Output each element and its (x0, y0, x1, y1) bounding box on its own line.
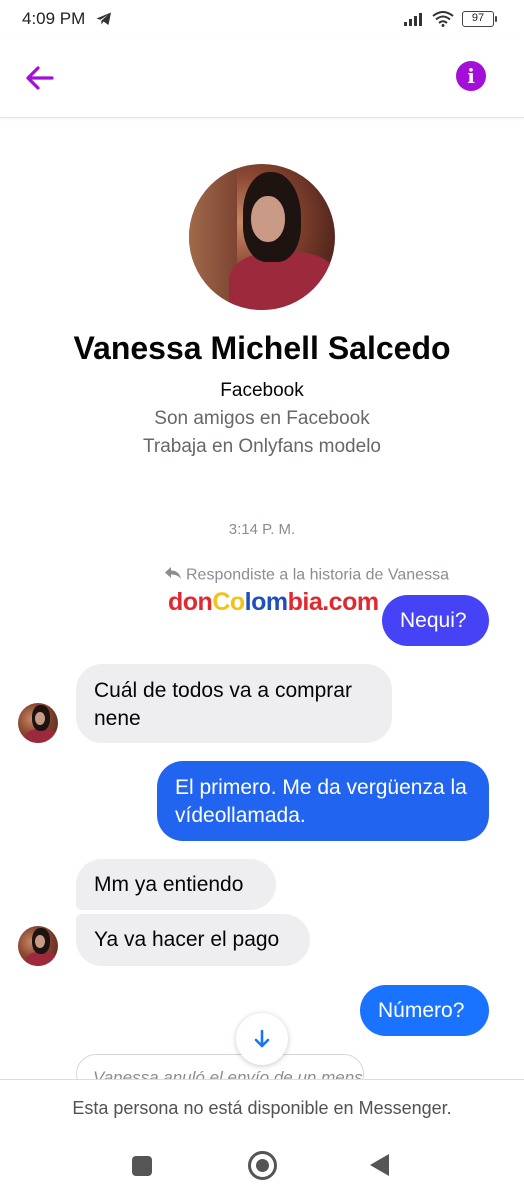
info-button[interactable]: i (456, 61, 486, 91)
chat-header: i (0, 40, 524, 118)
arrow-left-icon (26, 66, 54, 90)
profile-avatar[interactable] (189, 164, 335, 310)
unavailable-notice: Esta persona no está disponible en Messe… (72, 1098, 452, 1118)
reply-icon (164, 566, 182, 585)
info-icon: i (467, 64, 475, 88)
message-bubble-sent[interactable]: Número? (360, 985, 489, 1036)
story-reply-text: Respondiste a la historia de Vanessa (186, 566, 449, 584)
message-bubble-received[interactable]: Ya va hacer el pago (76, 914, 310, 966)
sender-avatar[interactable] (18, 703, 58, 743)
profile-work: Trabaja en Onlyfans modelo (143, 436, 381, 457)
battery-level: 97 (471, 12, 485, 24)
unavailable-footer: Esta persona no está disponible en Messe… (0, 1079, 524, 1200)
message-bubble-received[interactable]: Mm ya entiendo (76, 859, 276, 910)
status-bar: 4:09 PM 97 (0, 0, 524, 40)
scroll-down-button[interactable] (236, 1013, 288, 1065)
home-button[interactable] (248, 1151, 277, 1180)
message-bubble-received[interactable]: Cuál de todos va a comprar nene (76, 664, 392, 743)
sender-avatar[interactable] (18, 926, 58, 966)
battery-icon: 97 (462, 11, 497, 27)
message-timestamp: 3:14 P. M. (228, 521, 296, 538)
wifi-icon (432, 11, 454, 32)
watermark-logo: donColombia.com (168, 588, 379, 616)
message-bubble-sent[interactable]: Nequi? (382, 595, 489, 646)
profile-name: Vanessa Michell Salcedo (73, 330, 451, 366)
signal-icon (404, 12, 426, 31)
profile-friends-status: Son amigos en Facebook (154, 408, 370, 429)
profile-source: Facebook (220, 380, 304, 401)
recent-apps-button[interactable] (132, 1156, 152, 1176)
system-back-button[interactable] (370, 1154, 389, 1176)
telegram-icon (96, 12, 112, 31)
status-time: 4:09 PM (22, 9, 86, 28)
back-button[interactable] (22, 60, 58, 96)
arrow-down-icon (254, 1029, 270, 1048)
story-reply-note: Respondiste a la historia de Vanessa (164, 566, 449, 585)
message-bubble-sent[interactable]: El primero. Me da vergüenza la vídeollam… (157, 761, 489, 841)
